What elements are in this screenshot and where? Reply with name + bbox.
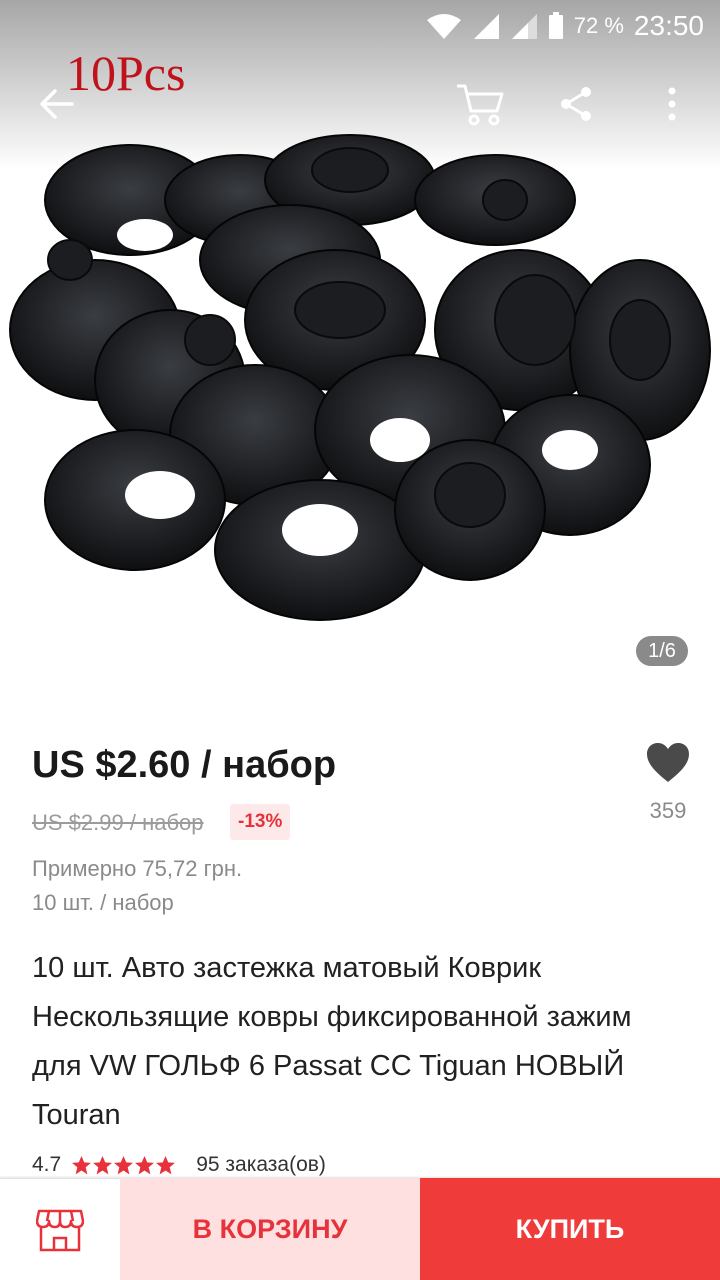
orders-count: 95 заказа(ов)	[196, 1153, 326, 1176]
heart-icon	[647, 743, 689, 782]
star-icon	[93, 1155, 113, 1174]
current-price: US $2.60 / набор	[32, 744, 337, 786]
back-arrow-icon	[40, 89, 74, 119]
product-title: 10 шт. Авто застежка матовый Коврик Неск…	[32, 952, 632, 1131]
battery-percent: 72 %	[573, 13, 624, 38]
store-button[interactable]	[0, 1178, 120, 1280]
discount-badge: -13%	[230, 804, 291, 840]
more-button[interactable]	[650, 76, 694, 132]
cart-button[interactable]	[450, 76, 510, 132]
wishlist-count: 359	[649, 798, 687, 823]
wifi-icon	[426, 14, 461, 39]
product-gallery[interactable]: 72 % 23:50 10Pcs 1/6	[0, 0, 720, 700]
star-icon	[114, 1155, 134, 1174]
cart-icon	[457, 84, 504, 126]
approx-price: Примерно 75,72 грн.	[32, 856, 243, 881]
old-price: US $2.99 / набор	[32, 810, 204, 835]
star-icon	[135, 1155, 155, 1174]
buy-now-button[interactable]: КУПИТЬ	[420, 1178, 720, 1280]
share-icon	[561, 87, 591, 121]
unit-info: 10 шт. / набор	[32, 890, 174, 915]
store-icon	[36, 1209, 84, 1251]
rating-stars	[71, 1155, 176, 1176]
rating-row[interactable]: 4.7 95 заказа(ов)	[32, 1150, 326, 1180]
signal-icon	[473, 14, 499, 39]
bottom-action-bar: В КОРЗИНУ КУПИТЬ	[0, 1178, 720, 1280]
add-to-cart-button[interactable]: В КОРЗИНУ	[120, 1178, 420, 1280]
battery-icon	[548, 12, 563, 39]
star-icon	[72, 1155, 92, 1174]
more-vertical-icon	[668, 87, 676, 121]
product-image[interactable]	[0, 120, 720, 640]
share-button[interactable]	[550, 76, 602, 132]
signal-icon	[511, 14, 537, 39]
status-time: 23:50	[633, 10, 704, 41]
back-button[interactable]	[28, 76, 84, 132]
image-pager: 1/6	[636, 636, 688, 666]
rating-value: 4.7	[32, 1153, 62, 1176]
star-icon	[156, 1155, 176, 1174]
wishlist-button[interactable]: 359	[640, 740, 696, 830]
